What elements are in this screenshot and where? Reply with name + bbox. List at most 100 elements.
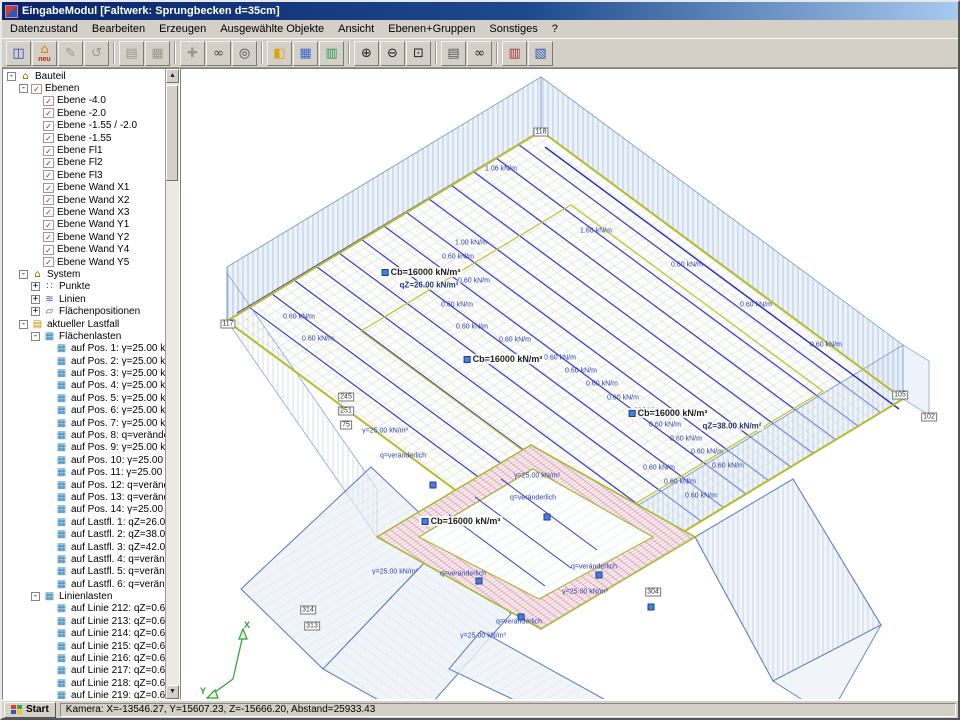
collapse-icon[interactable]: - bbox=[31, 592, 40, 601]
neu-bauteil-button[interactable]: ⌂neu bbox=[32, 41, 57, 66]
tree-item[interactable]: ✓Ebene Fl3 bbox=[5, 169, 165, 181]
tree-item[interactable]: ▦auf Lastfl. 4: q=veränder bbox=[5, 553, 165, 565]
menu-erzeugen[interactable]: Erzeugen bbox=[152, 22, 213, 36]
tree-item[interactable]: ▦auf Pos. 5: γ=25.00 kN bbox=[5, 392, 165, 404]
scroll-up-icon[interactable] bbox=[166, 69, 179, 83]
toolbar-separator bbox=[348, 42, 350, 64]
render-brille-button[interactable]: ∞ bbox=[467, 41, 492, 66]
tree-item[interactable]: ▦auf Pos. 11: γ=25.00 kN bbox=[5, 467, 165, 479]
fenster-ansicht-button[interactable]: ◧ bbox=[267, 41, 292, 66]
tree-item[interactable]: ▦auf Lastfl. 1: qZ=26.00 bbox=[5, 516, 165, 528]
check-icon: ✓ bbox=[43, 183, 54, 193]
menu-sonstiges[interactable]: Sonstiges bbox=[482, 22, 544, 36]
tree-item[interactable]: ✓Ebene -4.0 bbox=[5, 95, 165, 107]
tree-item[interactable]: ✓Ebene Wand Y5 bbox=[5, 256, 165, 268]
menu-bearbeiten[interactable]: Bearbeiten bbox=[85, 22, 152, 36]
menu-ebenen-gruppen[interactable]: Ebenen+Gruppen bbox=[381, 22, 482, 36]
tree-item[interactable]: ▦auf Linie 213: qZ=0.60 bbox=[5, 615, 165, 627]
menu-ansicht[interactable]: Ansicht bbox=[331, 22, 381, 36]
tree-item[interactable]: ▦auf Pos. 4: γ=25.00 kN bbox=[5, 380, 165, 392]
bericht-ansicht-button[interactable]: ▥ bbox=[319, 41, 344, 66]
load-cube-icon bbox=[464, 356, 471, 363]
tree-item[interactable]: ▦auf Pos. 7: γ=25.00 kN bbox=[5, 417, 165, 429]
tree-item[interactable]: ▦auf Linie 215: qZ=0.60 bbox=[5, 640, 165, 652]
tree-item[interactable]: ▦auf Pos. 6: γ=25.00 kN bbox=[5, 405, 165, 417]
collapse-icon[interactable]: - bbox=[7, 72, 16, 81]
tree-item[interactable]: ✓Ebene Wand X1 bbox=[5, 182, 165, 194]
drucken-button[interactable]: ▤ bbox=[441, 41, 466, 66]
tree-item[interactable]: ✓Ebene Wand Y2 bbox=[5, 231, 165, 243]
tree-scrollbar[interactable] bbox=[165, 69, 179, 699]
tree-item[interactable]: ▦auf Linie 219: qZ=0.60 bbox=[5, 690, 165, 699]
schnitt-tabelle-button[interactable]: ▥ bbox=[502, 41, 527, 66]
tree-item[interactable]: ✓Ebene Fl2 bbox=[5, 157, 165, 169]
tree-item[interactable]: ▦auf Linie 218: qZ=0.60 bbox=[5, 677, 165, 689]
tree-item[interactable]: -⌂Bauteil bbox=[5, 70, 165, 82]
tree-item[interactable]: +≋Linien bbox=[5, 293, 165, 305]
tree-item[interactable]: ▦auf Pos. 14: γ=25.00 kN bbox=[5, 504, 165, 516]
tree-item[interactable]: ▦auf Lastfl. 3: qZ=42.00 bbox=[5, 541, 165, 553]
load-label: γ=25.00 kN/m³ bbox=[514, 473, 560, 480]
tree-item[interactable]: ▦auf Linie 212: qZ=0.60 bbox=[5, 603, 165, 615]
tree-item[interactable]: ▦auf Lastfl. 5: q=veränder bbox=[5, 566, 165, 578]
tree-item[interactable]: -⌂System bbox=[5, 268, 165, 280]
tree-item[interactable]: ▦auf Pos. 13: q=veränder bbox=[5, 491, 165, 503]
status-bar: Start Kamera: X=-13546.27, Y=15607.23, Z… bbox=[2, 700, 958, 718]
menu-datenzustand[interactable]: Datenzustand bbox=[3, 22, 85, 36]
tree-item[interactable]: ▦auf Lastfl. 2: qZ=38.00 bbox=[5, 528, 165, 540]
tree-item[interactable]: ✓Ebene Wand X2 bbox=[5, 194, 165, 206]
tree-item[interactable]: +▱Flächenpositionen bbox=[5, 305, 165, 317]
start-button[interactable]: Start bbox=[4, 702, 56, 718]
statistik-button[interactable]: ▧ bbox=[528, 41, 553, 66]
tree-item[interactable]: ✓Ebene -2.0 bbox=[5, 107, 165, 119]
tree-item[interactable]: ▦auf Pos. 10: γ=25.00 kN bbox=[5, 454, 165, 466]
tree-item[interactable]: ✓Ebene Wand Y1 bbox=[5, 219, 165, 231]
tree-item[interactable]: ✓Ebene -1.55 / -2.0 bbox=[5, 120, 165, 132]
datenzustand-uebernehmen-button[interactable]: ◫ bbox=[6, 41, 31, 66]
tree-item[interactable]: +∷Punkte bbox=[5, 281, 165, 293]
expand-icon[interactable]: + bbox=[31, 282, 40, 291]
zoom-plus-button[interactable]: ⊕ bbox=[354, 41, 379, 66]
tree-item[interactable]: ✓Ebene -1.55 bbox=[5, 132, 165, 144]
zoom-fenster-button[interactable]: ⊡ bbox=[406, 41, 431, 66]
raster-ansicht-button[interactable]: ▦ bbox=[293, 41, 318, 66]
tree-item[interactable]: -▦Flächenlasten bbox=[5, 330, 165, 342]
collapse-icon[interactable]: - bbox=[19, 84, 28, 93]
check-icon: ✓ bbox=[43, 232, 54, 242]
tree-item[interactable]: ▦auf Pos. 3: γ=25.00 kN bbox=[5, 367, 165, 379]
tabelle-icon: ▦ bbox=[55, 554, 68, 565]
tree-item[interactable]: -▦Linienlasten bbox=[5, 590, 165, 602]
collapse-icon[interactable]: - bbox=[31, 332, 40, 341]
tree-item[interactable]: ▦auf Pos. 8: q=veränderli bbox=[5, 429, 165, 441]
menu--[interactable]: ? bbox=[545, 22, 565, 36]
expand-icon[interactable]: + bbox=[31, 307, 40, 316]
expand-icon[interactable]: + bbox=[31, 295, 40, 304]
collapse-icon[interactable]: - bbox=[19, 320, 28, 329]
tree-item[interactable]: ✓Ebene Fl1 bbox=[5, 144, 165, 156]
tree-item[interactable]: ▦auf Pos. 2: γ=25.00 kN bbox=[5, 355, 165, 367]
tree-item-label: Ebene Wand Y2 bbox=[57, 232, 129, 243]
tabelle-icon: ▦ bbox=[55, 641, 68, 652]
scrollbar-track[interactable] bbox=[166, 83, 179, 685]
tree-item[interactable]: ▦auf Linie 216: qZ=0.60 bbox=[5, 652, 165, 664]
ansicht-brille-button[interactable]: ∞ bbox=[206, 41, 231, 66]
tree-item[interactable]: ✓Ebene Wand X3 bbox=[5, 206, 165, 218]
menu-ausgew-hlte-objekte[interactable]: Ausgewählte Objekte bbox=[213, 22, 331, 36]
tree-item[interactable]: ▦auf Pos. 1: γ=25.00 kN. bbox=[5, 343, 165, 355]
node-number: 314 bbox=[300, 606, 316, 615]
kamerafahrt-button[interactable]: ◎ bbox=[232, 41, 257, 66]
model-viewport[interactable]: 1.06 kN/m1.00 kN/m1.60 kN/m0.60 kN/m0.60… bbox=[180, 68, 958, 700]
load-cube-icon bbox=[629, 410, 636, 417]
tree-item[interactable]: ▦auf Linie 214: qZ=0.60 bbox=[5, 628, 165, 640]
collapse-icon[interactable]: - bbox=[19, 270, 28, 279]
tree-item[interactable]: -✓Ebenen bbox=[5, 82, 165, 94]
scrollbar-thumb[interactable] bbox=[166, 85, 178, 181]
tree-item[interactable]: ▦auf Pos. 12: q=veränder bbox=[5, 479, 165, 491]
tree-item[interactable]: ✓Ebene Wand Y4 bbox=[5, 243, 165, 255]
tree-item[interactable]: ▦auf Lastfl. 6: q=veränder bbox=[5, 578, 165, 590]
tree-item[interactable]: -▤aktueller Lastfall bbox=[5, 318, 165, 330]
scroll-down-icon[interactable] bbox=[166, 685, 179, 699]
tree-item[interactable]: ▦auf Linie 217: qZ=0.60 bbox=[5, 665, 165, 677]
tree-item[interactable]: ▦auf Pos. 9: γ=25.00 kN bbox=[5, 442, 165, 454]
zoom-minus-button[interactable]: ⊖ bbox=[380, 41, 405, 66]
